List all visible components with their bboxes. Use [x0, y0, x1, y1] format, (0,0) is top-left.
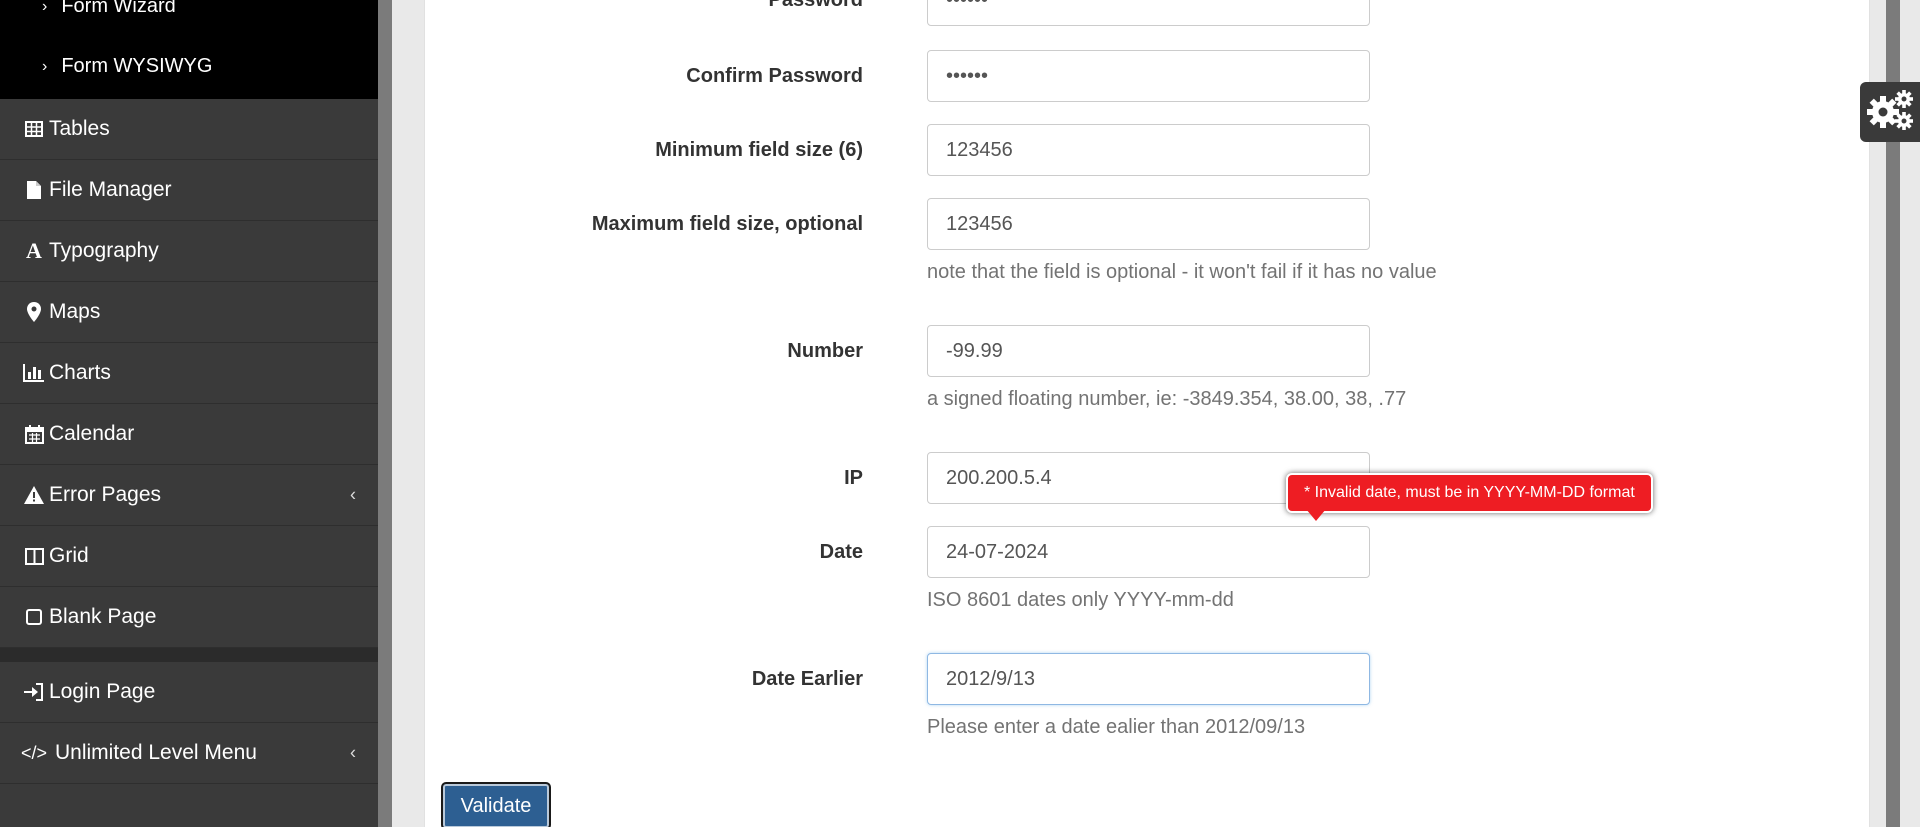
sidebar-item-maps[interactable]: Maps [0, 282, 378, 343]
sidebar-item-label: Error Pages [49, 483, 162, 506]
calendar-icon [22, 424, 46, 444]
date-label: Date [819, 541, 863, 563]
validate-button[interactable]: Validate [441, 782, 551, 827]
square-icon [22, 609, 46, 625]
bar-chart-icon [22, 364, 46, 382]
tooltip-arrow [1306, 509, 1326, 521]
form-panel: Password •••••• Confirm Password •••••• … [424, 0, 1870, 827]
code-icon: </> [20, 742, 48, 763]
chevron-left-icon: ‹ [350, 484, 356, 505]
date-earlier-help: Please enter a date ealier than 2012/09/… [927, 716, 1306, 738]
sidebar-item-label: Maps [49, 300, 101, 323]
sidebar-item-unlimited-level-menu[interactable]: </> Unlimited Level Menu ‹ [0, 723, 378, 784]
sidebar-item-tables[interactable]: Tables [0, 99, 378, 160]
sidebar-item-typography[interactable]: A Typography [0, 221, 378, 282]
ip-label: IP [844, 467, 863, 489]
sidebar-item-label: Unlimited Level Menu [55, 741, 257, 764]
sidebar-item-label: Calendar [49, 422, 135, 445]
date-earlier-field[interactable]: 2012/9/13 [927, 653, 1370, 705]
sidebar-item-charts[interactable]: Charts [0, 343, 378, 404]
sidebar: › Form Wizard › Form WYSIWYG Tables File… [0, 0, 378, 827]
sidebar-item-error-pages[interactable]: Error Pages ‹ [0, 465, 378, 526]
sidebar-item-label: Tables [49, 117, 110, 140]
columns-icon [22, 547, 46, 565]
password-field[interactable]: •••••• [927, 0, 1370, 26]
sign-in-icon [22, 683, 46, 701]
sidebar-item-grid[interactable]: Grid [0, 526, 378, 587]
sidebar-item-label: File Manager [49, 178, 172, 201]
sidebar-divider [0, 648, 378, 662]
confirm-password-field[interactable]: •••••• [927, 50, 1370, 102]
number-label: Number [787, 340, 863, 362]
date-field[interactable]: 24-07-2024 [927, 526, 1370, 578]
table-icon [22, 121, 46, 137]
map-marker-icon [22, 302, 46, 322]
sidebar-item-label: Blank Page [49, 605, 157, 628]
settings-toggle-button[interactable] [1860, 82, 1920, 142]
max-size-help: note that the field is optional - it won… [927, 261, 1437, 283]
number-field[interactable]: -99.99 [927, 325, 1370, 377]
gears-icon [1865, 88, 1915, 137]
font-icon: A [26, 238, 42, 263]
confirm-password-label: Confirm Password [686, 65, 863, 87]
submenu-item-label: Form Wizard [61, 0, 176, 17]
submenu-item-label: Form WYSIWYG [61, 55, 213, 77]
sidebar-item-label: Grid [49, 544, 89, 567]
file-icon [22, 180, 46, 200]
chevron-right-icon: › [42, 57, 48, 75]
min-size-field[interactable]: 123456 [927, 124, 1370, 176]
forms-submenu: › Form Wizard › Form WYSIWYG [0, 0, 378, 99]
min-size-label: Minimum field size (6) [655, 139, 863, 161]
submenu-item-form-wysiwyg[interactable]: › Form WYSIWYG [42, 55, 212, 78]
chevron-left-icon: ‹ [350, 742, 356, 763]
sidebar-border [378, 0, 392, 827]
date-error-tooltip: * Invalid date, must be in YYYY-MM-DD fo… [1286, 473, 1653, 513]
sidebar-item-blank-page[interactable]: Blank Page [0, 587, 378, 648]
date-earlier-label: Date Earlier [751, 668, 863, 690]
date-help: ISO 8601 dates only YYYY-mm-dd [927, 589, 1234, 611]
sidebar-item-calendar[interactable]: Calendar [0, 404, 378, 465]
sidebar-item-label: Charts [49, 361, 111, 384]
sidebar-item-login-page[interactable]: Login Page [0, 662, 378, 723]
submenu-item-form-wizard[interactable]: › Form Wizard [42, 0, 176, 18]
chevron-right-icon: › [42, 0, 48, 15]
sidebar-item-label: Typography [49, 239, 159, 262]
password-label: Password [768, 0, 863, 11]
warning-icon [22, 486, 46, 504]
sidebar-item-file-manager[interactable]: File Manager [0, 160, 378, 221]
number-help: a signed floating number, ie: -3849.354,… [927, 388, 1407, 410]
max-size-label: Maximum field size, optional [591, 213, 863, 235]
sidebar-item-label: Login Page [49, 680, 156, 703]
max-size-field[interactable]: 123456 [927, 198, 1370, 250]
